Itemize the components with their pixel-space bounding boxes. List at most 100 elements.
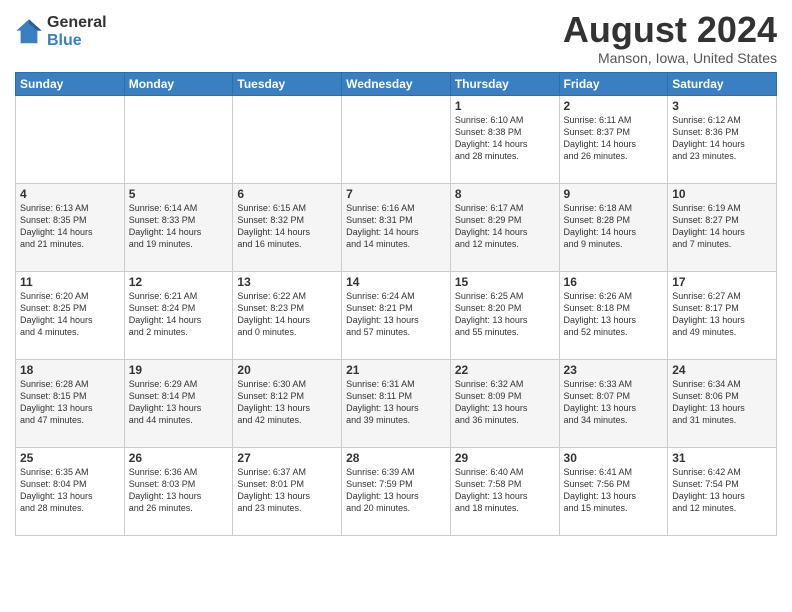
day-number: 27 (237, 451, 337, 465)
day-number: 26 (129, 451, 229, 465)
day-cell: 13Sunrise: 6:22 AM Sunset: 8:23 PM Dayli… (233, 271, 342, 359)
day-cell: 25Sunrise: 6:35 AM Sunset: 8:04 PM Dayli… (16, 447, 125, 535)
day-cell: 8Sunrise: 6:17 AM Sunset: 8:29 PM Daylig… (450, 183, 559, 271)
day-number: 4 (20, 187, 120, 201)
day-header-wednesday: Wednesday (342, 72, 451, 95)
day-number: 12 (129, 275, 229, 289)
day-number: 20 (237, 363, 337, 377)
day-cell: 1Sunrise: 6:10 AM Sunset: 8:38 PM Daylig… (450, 95, 559, 183)
day-cell: 14Sunrise: 6:24 AM Sunset: 8:21 PM Dayli… (342, 271, 451, 359)
day-info: Sunrise: 6:41 AM Sunset: 7:56 PM Dayligh… (564, 466, 664, 515)
day-cell: 24Sunrise: 6:34 AM Sunset: 8:06 PM Dayli… (668, 359, 777, 447)
day-info: Sunrise: 6:13 AM Sunset: 8:35 PM Dayligh… (20, 202, 120, 251)
day-number: 30 (564, 451, 664, 465)
day-info: Sunrise: 6:27 AM Sunset: 8:17 PM Dayligh… (672, 290, 772, 339)
day-info: Sunrise: 6:19 AM Sunset: 8:27 PM Dayligh… (672, 202, 772, 251)
day-cell: 7Sunrise: 6:16 AM Sunset: 8:31 PM Daylig… (342, 183, 451, 271)
day-number: 2 (564, 99, 664, 113)
day-cell: 5Sunrise: 6:14 AM Sunset: 8:33 PM Daylig… (124, 183, 233, 271)
logo-blue: Blue (47, 32, 107, 50)
day-cell: 15Sunrise: 6:25 AM Sunset: 8:20 PM Dayli… (450, 271, 559, 359)
location: Manson, Iowa, United States (563, 50, 777, 66)
day-cell: 19Sunrise: 6:29 AM Sunset: 8:14 PM Dayli… (124, 359, 233, 447)
day-info: Sunrise: 6:22 AM Sunset: 8:23 PM Dayligh… (237, 290, 337, 339)
day-cell: 20Sunrise: 6:30 AM Sunset: 8:12 PM Dayli… (233, 359, 342, 447)
day-header-friday: Friday (559, 72, 668, 95)
day-number: 11 (20, 275, 120, 289)
day-number: 13 (237, 275, 337, 289)
day-info: Sunrise: 6:28 AM Sunset: 8:15 PM Dayligh… (20, 378, 120, 427)
day-cell: 28Sunrise: 6:39 AM Sunset: 7:59 PM Dayli… (342, 447, 451, 535)
day-cell: 4Sunrise: 6:13 AM Sunset: 8:35 PM Daylig… (16, 183, 125, 271)
header: General Blue August 2024 Manson, Iowa, U… (15, 10, 777, 66)
day-cell: 30Sunrise: 6:41 AM Sunset: 7:56 PM Dayli… (559, 447, 668, 535)
day-info: Sunrise: 6:29 AM Sunset: 8:14 PM Dayligh… (129, 378, 229, 427)
day-number: 23 (564, 363, 664, 377)
calendar-header: SundayMondayTuesdayWednesdayThursdayFrid… (16, 72, 777, 95)
day-info: Sunrise: 6:10 AM Sunset: 8:38 PM Dayligh… (455, 114, 555, 163)
day-number: 1 (455, 99, 555, 113)
day-info: Sunrise: 6:31 AM Sunset: 8:11 PM Dayligh… (346, 378, 446, 427)
logo-general: General (47, 14, 107, 32)
day-number: 18 (20, 363, 120, 377)
day-info: Sunrise: 6:32 AM Sunset: 8:09 PM Dayligh… (455, 378, 555, 427)
day-info: Sunrise: 6:35 AM Sunset: 8:04 PM Dayligh… (20, 466, 120, 515)
title-block: August 2024 Manson, Iowa, United States (563, 10, 777, 66)
day-cell: 6Sunrise: 6:15 AM Sunset: 8:32 PM Daylig… (233, 183, 342, 271)
day-header-saturday: Saturday (668, 72, 777, 95)
day-info: Sunrise: 6:12 AM Sunset: 8:36 PM Dayligh… (672, 114, 772, 163)
day-number: 14 (346, 275, 446, 289)
day-info: Sunrise: 6:40 AM Sunset: 7:58 PM Dayligh… (455, 466, 555, 515)
day-cell: 21Sunrise: 6:31 AM Sunset: 8:11 PM Dayli… (342, 359, 451, 447)
day-number: 22 (455, 363, 555, 377)
day-info: Sunrise: 6:14 AM Sunset: 8:33 PM Dayligh… (129, 202, 229, 251)
week-row-2: 11Sunrise: 6:20 AM Sunset: 8:25 PM Dayli… (16, 271, 777, 359)
day-cell (124, 95, 233, 183)
day-number: 6 (237, 187, 337, 201)
day-number: 3 (672, 99, 772, 113)
day-number: 9 (564, 187, 664, 201)
day-cell: 16Sunrise: 6:26 AM Sunset: 8:18 PM Dayli… (559, 271, 668, 359)
day-info: Sunrise: 6:34 AM Sunset: 8:06 PM Dayligh… (672, 378, 772, 427)
day-info: Sunrise: 6:17 AM Sunset: 8:29 PM Dayligh… (455, 202, 555, 251)
day-cell: 22Sunrise: 6:32 AM Sunset: 8:09 PM Dayli… (450, 359, 559, 447)
day-info: Sunrise: 6:16 AM Sunset: 8:31 PM Dayligh… (346, 202, 446, 251)
day-info: Sunrise: 6:37 AM Sunset: 8:01 PM Dayligh… (237, 466, 337, 515)
day-info: Sunrise: 6:33 AM Sunset: 8:07 PM Dayligh… (564, 378, 664, 427)
day-info: Sunrise: 6:21 AM Sunset: 8:24 PM Dayligh… (129, 290, 229, 339)
day-cell: 2Sunrise: 6:11 AM Sunset: 8:37 PM Daylig… (559, 95, 668, 183)
week-row-1: 4Sunrise: 6:13 AM Sunset: 8:35 PM Daylig… (16, 183, 777, 271)
day-info: Sunrise: 6:26 AM Sunset: 8:18 PM Dayligh… (564, 290, 664, 339)
day-cell: 18Sunrise: 6:28 AM Sunset: 8:15 PM Dayli… (16, 359, 125, 447)
day-number: 21 (346, 363, 446, 377)
day-number: 28 (346, 451, 446, 465)
day-cell: 29Sunrise: 6:40 AM Sunset: 7:58 PM Dayli… (450, 447, 559, 535)
day-number: 31 (672, 451, 772, 465)
calendar: SundayMondayTuesdayWednesdayThursdayFrid… (15, 72, 777, 536)
day-info: Sunrise: 6:30 AM Sunset: 8:12 PM Dayligh… (237, 378, 337, 427)
day-cell: 12Sunrise: 6:21 AM Sunset: 8:24 PM Dayli… (124, 271, 233, 359)
day-info: Sunrise: 6:11 AM Sunset: 8:37 PM Dayligh… (564, 114, 664, 163)
day-info: Sunrise: 6:25 AM Sunset: 8:20 PM Dayligh… (455, 290, 555, 339)
day-number: 5 (129, 187, 229, 201)
day-number: 8 (455, 187, 555, 201)
day-number: 25 (20, 451, 120, 465)
header-row: SundayMondayTuesdayWednesdayThursdayFrid… (16, 72, 777, 95)
day-cell: 31Sunrise: 6:42 AM Sunset: 7:54 PM Dayli… (668, 447, 777, 535)
logo: General Blue (15, 14, 107, 49)
day-number: 10 (672, 187, 772, 201)
day-cell (16, 95, 125, 183)
page: General Blue August 2024 Manson, Iowa, U… (0, 0, 792, 612)
week-row-4: 25Sunrise: 6:35 AM Sunset: 8:04 PM Dayli… (16, 447, 777, 535)
day-cell: 9Sunrise: 6:18 AM Sunset: 8:28 PM Daylig… (559, 183, 668, 271)
day-cell (342, 95, 451, 183)
day-cell (233, 95, 342, 183)
day-cell: 3Sunrise: 6:12 AM Sunset: 8:36 PM Daylig… (668, 95, 777, 183)
day-number: 19 (129, 363, 229, 377)
day-number: 29 (455, 451, 555, 465)
day-header-tuesday: Tuesday (233, 72, 342, 95)
day-header-thursday: Thursday (450, 72, 559, 95)
day-cell: 23Sunrise: 6:33 AM Sunset: 8:07 PM Dayli… (559, 359, 668, 447)
day-info: Sunrise: 6:24 AM Sunset: 8:21 PM Dayligh… (346, 290, 446, 339)
day-cell: 10Sunrise: 6:19 AM Sunset: 8:27 PM Dayli… (668, 183, 777, 271)
